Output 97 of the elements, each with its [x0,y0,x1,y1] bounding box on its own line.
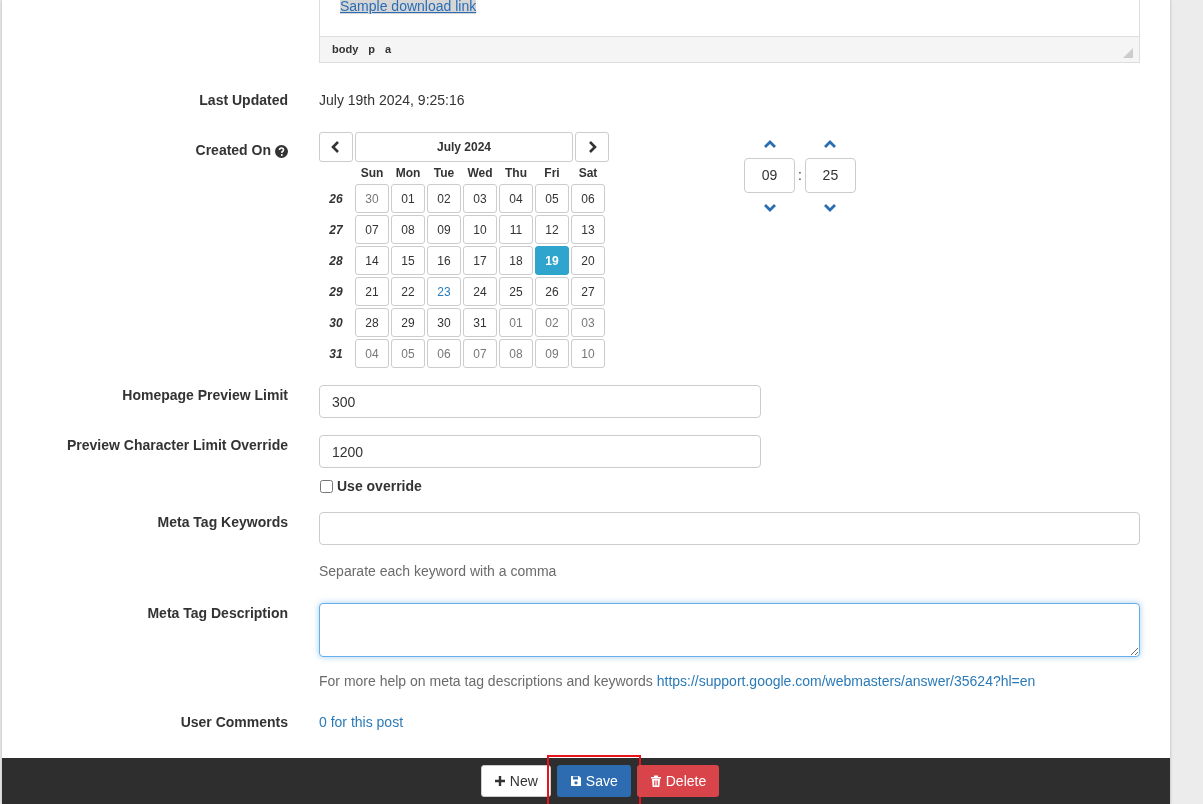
editor-link[interactable]: Sample download link [340,0,477,14]
calendar-day[interactable]: 15 [391,246,425,275]
increment-hour-button[interactable] [762,138,777,150]
help-link[interactable]: https://support.google.com/webmasters/answer/35624?hl=en [656,673,1036,689]
calendar-day[interactable]: 20 [571,246,605,275]
calendar-day[interactable]: 21 [355,277,389,306]
field-label: Meta Tag Keywords [157,514,288,530]
calendar-day[interactable]: 01 [391,184,425,213]
plus-icon [493,775,506,787]
calendar-day[interactable]: 26 [535,277,569,306]
calendar-day[interactable]: 07 [355,215,389,244]
field-value: July 19th 2024, 9:25:16 [319,92,465,108]
calendar-day[interactable]: 02 [535,308,569,337]
calendar-day[interactable]: 12 [535,215,569,244]
text-input[interactable]: 1200 [319,435,761,468]
weekday-heading: Wed [466,165,494,182]
calendar-day[interactable]: 05 [535,184,569,213]
calendar-day[interactable]: 10 [463,215,497,244]
element-path-item[interactable]: p [368,41,375,58]
field-label: Last Updated [199,92,288,108]
weekday-heading: Mon [394,165,422,182]
calendar-day[interactable]: 14 [355,246,389,275]
resize-grip-icon [1123,48,1133,58]
calendar-day[interactable]: 16 [427,246,461,275]
decrement-hour-button[interactable] [762,201,777,213]
calendar-day[interactable]: 30 [355,184,389,213]
calendar-day[interactable]: 06 [571,184,605,213]
calendar-day[interactable]: 29 [391,308,425,337]
checkbox-label: Use override [337,477,422,496]
calendar-day[interactable]: 30 [427,308,461,337]
increment-minute-button[interactable] [823,138,838,150]
calendar-day[interactable]: 04 [355,339,389,368]
hour-field[interactable]: 09 [744,158,795,193]
calendar-day[interactable]: 22 [391,277,425,306]
use-override-checkbox[interactable] [320,480,333,493]
field-label: Homepage Preview Limit [122,387,288,403]
field-label: Preview Character Limit Override [67,437,288,453]
text-input[interactable] [319,512,1140,545]
calendar-day[interactable]: 10 [571,339,605,368]
calendar-day[interactable]: 27 [571,277,605,306]
calendar-day[interactable]: 03 [571,308,605,337]
help-text: For more help on meta tag descriptions and keywords [319,673,654,689]
calendar-day[interactable]: 04 [499,184,533,213]
chevron-down-icon [762,201,777,213]
calendar-day[interactable]: 05 [391,339,425,368]
weekday-heading: Tue [432,165,456,182]
calendar-day[interactable]: 03 [463,184,497,213]
delete-button[interactable]: Delete [636,765,720,797]
time-separator: : [798,166,802,185]
calendar-day[interactable]: 06 [427,339,461,368]
chevron-up-icon [762,138,777,150]
calendar-day[interactable]: 24 [463,277,497,306]
calendar-day[interactable]: 11 [499,215,533,244]
calendar-day[interactable]: 18 [499,246,533,275]
calendar-day[interactable]: 31 [463,308,497,337]
calendar-day[interactable]: 08 [499,339,533,368]
next-month-button[interactable] [575,132,609,162]
field-label: Created On [195,142,271,158]
week-number: 27 [328,221,344,239]
decrement-minute-button[interactable] [823,201,838,213]
calendar-day[interactable]: 17 [463,246,497,275]
calendar-day[interactable]: 25 [499,277,533,306]
help-text: Separate each keyword with a comma [319,562,558,581]
calendar-day[interactable]: 13 [571,215,605,244]
chevron-up-icon [823,138,838,150]
calendar-day[interactable]: 23 [427,277,461,306]
chevron-down-icon [823,201,838,213]
calendar-day[interactable]: 08 [391,215,425,244]
element-path-item[interactable]: a [385,41,392,58]
calendar-day[interactable]: 09 [535,339,569,368]
text-input[interactable]: 300 [319,385,761,418]
calendar-day[interactable]: 09 [427,215,461,244]
weekday-heading: Sat [577,165,599,182]
calendar-day[interactable]: 01 [499,308,533,337]
trash-icon [649,775,662,787]
calendar-day[interactable]: 28 [355,308,389,337]
week-number: 29 [328,283,344,301]
element-path-item[interactable]: body [332,41,359,58]
chevron-right-icon [586,140,598,154]
comments-link[interactable]: 0 for this post [319,714,404,730]
save-button[interactable]: Save [556,765,631,797]
field-label: User Comments [180,714,288,730]
week-number: 28 [328,252,344,270]
week-number: 31 [328,345,344,363]
field-label: Meta Tag Description [147,605,288,621]
minute-field[interactable]: 25 [804,158,856,193]
calendar-day[interactable]: 07 [463,339,497,368]
week-number: 30 [328,314,344,332]
calendar-day[interactable]: 02 [427,184,461,213]
weekday-heading: Thu [504,165,528,182]
previous-month-button[interactable] [319,132,353,162]
chevron-left-icon [330,140,342,154]
weekday-heading: Fri [543,165,561,182]
new-button[interactable]: New [480,765,551,797]
weekday-heading: Sun [359,165,385,182]
week-number: 26 [328,190,344,208]
month-title-button[interactable]: July 2024 [355,132,573,162]
